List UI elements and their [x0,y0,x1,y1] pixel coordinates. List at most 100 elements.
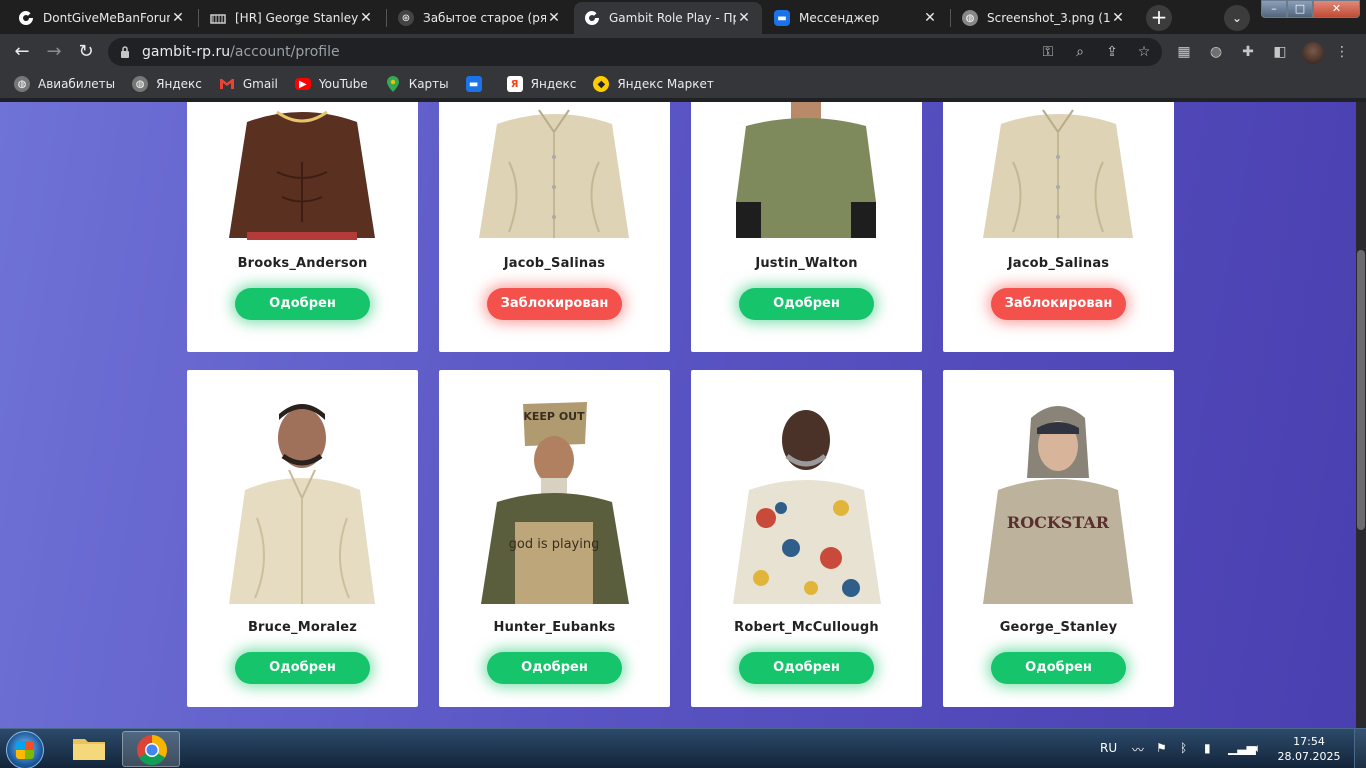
status-badge[interactable]: Одобрен [739,288,874,320]
page-scrollbar[interactable] [1356,102,1366,728]
character-name: Bruce_Moralez [247,620,358,635]
minimize-button[interactable]: – [1261,0,1287,18]
zoom-icon[interactable]: ⌕ [1070,42,1090,62]
bookmark-karty[interactable]: Карты [385,76,449,92]
tab-title: Мессенджер [799,11,880,25]
status-badge[interactable]: Одобрен [487,652,622,684]
character-portrait: KEEP OUT god is playing [481,402,629,604]
tab-separator [198,9,199,27]
tab-strip: DontGiveMeBanForum ✕ [HR] George Stanley… [0,0,1366,34]
globe-icon: ◍ [14,76,30,92]
battery-icon[interactable]: ▮ [1204,741,1211,755]
status-badge[interactable]: Заблокирован [487,288,622,320]
status-badge[interactable]: Одобрен [991,652,1126,684]
network-flag-icon[interactable]: ⚑ [1156,741,1167,755]
extensions-puzzle-icon[interactable]: ✚ [1238,42,1258,62]
reload-button[interactable]: ↻ [74,40,98,64]
bookmark-label: Авиабилеты [38,77,116,91]
bookmark-yandex-market[interactable]: ◆ Яндекс Маркет [593,76,714,92]
maximize-button[interactable]: □ [1287,0,1313,18]
close-icon[interactable]: ✕ [170,10,186,26]
character-card[interactable]: Bruce_Moralez Одобрен [187,370,418,707]
url-text[interactable]: gambit-rp.ru/account/profile [142,44,340,60]
character-portrait [479,109,629,238]
system-clock[interactable]: 17:54 28.07.2025 [1276,734,1342,764]
windows-taskbar: RU 〰 ⚑ ᛒ ▮ ▁▃▅ 🔈︎ 17:54 28.07.2025 [0,728,1366,768]
status-badge[interactable]: Одобрен [235,652,370,684]
language-indicator[interactable]: RU [1100,741,1117,755]
bookmark-label: Карты [408,77,449,91]
tab-gambit-profile[interactable]: Gambit Role Play - Про ✕ [574,2,762,34]
volume-icon[interactable]: 🔈︎ [1254,741,1261,756]
scrollbar-thumb[interactable] [1357,250,1365,530]
share-icon[interactable]: ⇪ [1102,42,1122,62]
taskbar-chrome[interactable] [122,731,180,767]
profile-avatar[interactable] [1302,42,1324,64]
key-icon[interactable]: ⚿ [1038,42,1058,62]
character-card[interactable]: Jacob_Salinas Заблокирован [943,102,1174,352]
character-name: Jacob_Salinas [1007,256,1110,271]
tab-zabytoe-staroe[interactable]: ⊛ Забытое старое (ряд и ✕ [388,2,572,34]
tab-separator [950,9,951,27]
yandex-market-icon: ◆ [593,76,610,92]
close-window-button[interactable]: ✕ [1313,0,1360,18]
start-button[interactable] [6,731,44,768]
bluetooth-icon[interactable]: ᛒ [1180,741,1187,755]
taskbar-explorer[interactable] [60,731,118,767]
signal-bars-icon[interactable]: ▁▃▅ [1228,741,1256,755]
address-bar[interactable]: gambit-rp.ru/account/profile ⚿ ⌕ ⇪ ☆ [108,38,1162,66]
lock-icon[interactable] [120,45,130,59]
feather-icon[interactable]: 〰 [1132,741,1144,758]
translate-globe-icon[interactable]: ◍ [1206,42,1226,62]
bookmark-aviabilety[interactable]: ◍ Авиабилеты [14,76,115,92]
menu-kebab-icon[interactable]: ⋮ [1332,42,1352,62]
gmail-icon [219,76,235,92]
character-card[interactable]: Robert_McCullough Одобрен [691,370,922,707]
tab-title: Gambit Role Play - Про [609,11,736,25]
hat-sign-text: KEEP OUT [523,410,585,423]
forward-button[interactable]: → [42,40,66,64]
character-card[interactable]: Jacob_Salinas Заблокирован [439,102,670,352]
character-portrait [983,109,1133,238]
bookmark-yandex-2[interactable]: Я Яндекс [506,76,577,92]
bookmark-gmail[interactable]: Gmail [219,76,278,92]
status-badge[interactable]: Заблокирован [991,288,1126,320]
character-card[interactable]: KEEP OUT god is playing Hunter_Eubanks О… [439,370,670,707]
new-tab-button[interactable]: + [1146,5,1172,31]
chrome-icon [137,735,168,766]
character-name: Brooks_Anderson [237,256,368,271]
tab-title: [HR] George Stanley (ne [235,11,358,25]
character-card[interactable]: Justin_Walton Одобрен [691,102,922,352]
tab-search-button[interactable]: ⌄ [1224,5,1250,31]
tab-title: DontGiveMeBanForum [43,11,170,25]
character-name: Robert_McCullough [734,620,879,635]
bookmark-youtube[interactable]: ▶ YouTube [294,77,368,91]
qr-code-icon[interactable]: ▦ [1174,42,1194,62]
gambit-logo-icon [18,10,34,26]
bookmark-label: Яндекс [530,77,577,91]
character-name: Hunter_Eubanks [493,620,616,635]
bookmark-label: YouTube [318,77,368,91]
tab-screenshot[interactable]: ◍ Screenshot_3.png (120 ✕ [952,2,1136,34]
status-badge[interactable]: Одобрен [235,288,370,320]
back-button[interactable]: ← [10,40,34,64]
show-desktop-button[interactable] [1354,729,1366,768]
status-badge[interactable]: Одобрен [739,652,874,684]
character-card[interactable]: ROCKSTAR George_Stanley Одобрен [943,370,1174,707]
messenger-icon: ▬ [465,76,482,92]
side-panel-icon[interactable]: ◧ [1270,42,1290,62]
character-name: Jacob_Salinas [503,256,606,271]
character-card[interactable]: Brooks_Anderson Одобрен [187,102,418,352]
close-icon[interactable]: ✕ [358,10,374,26]
bookmark-yandex[interactable]: ◍ Яндекс [132,76,202,92]
character-name: Justin_Walton [755,256,858,271]
close-icon[interactable]: ✕ [922,10,938,26]
tab-george-stanley[interactable]: [HR] George Stanley (ne ✕ [200,2,384,34]
close-icon[interactable]: ✕ [736,10,752,26]
bookmark-messenger[interactable]: ▬ [465,76,490,92]
close-icon[interactable]: ✕ [546,10,562,26]
bookmark-star-icon[interactable]: ☆ [1134,42,1154,62]
close-icon[interactable]: ✕ [1110,10,1126,26]
tab-dontgivemeban[interactable]: DontGiveMeBanForum ✕ [8,2,196,34]
tab-messenger[interactable]: ▬ Мессенджер ✕ [764,2,948,34]
